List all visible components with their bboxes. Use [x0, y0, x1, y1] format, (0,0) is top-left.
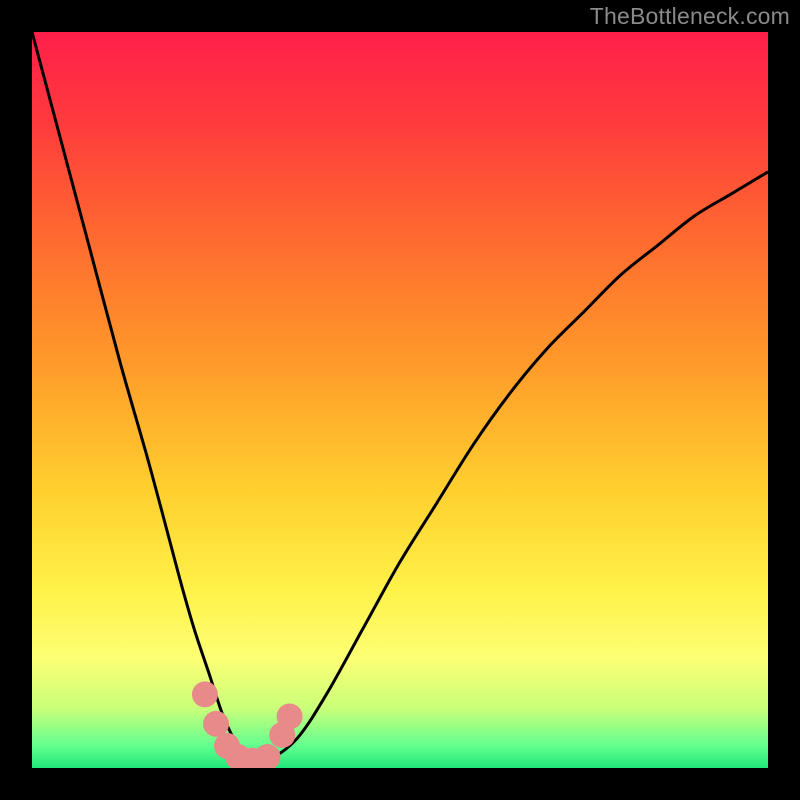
- watermark-text: TheBottleneck.com: [590, 3, 790, 30]
- curve-markers: [192, 681, 303, 768]
- chart-frame: TheBottleneck.com: [0, 0, 800, 800]
- curve-marker: [203, 711, 229, 737]
- curve-marker: [277, 703, 303, 729]
- curve-marker: [255, 744, 281, 768]
- bottleneck-curve: [32, 32, 768, 763]
- plot-area: [32, 32, 768, 768]
- curve-layer: [32, 32, 768, 768]
- curve-marker: [192, 681, 218, 707]
